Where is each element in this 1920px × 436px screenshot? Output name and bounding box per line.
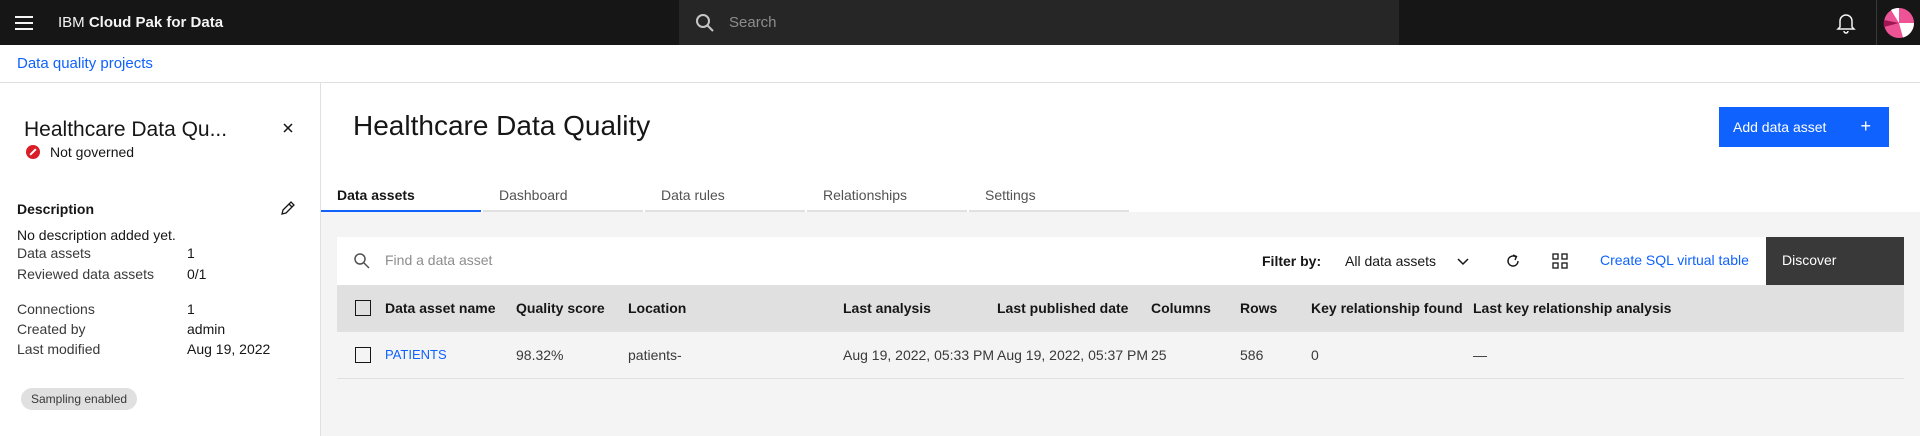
- table-header: Data asset name Quality score Location L…: [337, 285, 1904, 332]
- stat-label: Data assets: [17, 245, 91, 261]
- governance-label: Not governed: [50, 144, 135, 160]
- stat-reviewed-assets: Reviewed data assets 0/1: [17, 266, 307, 282]
- asset-name-link[interactable]: PATIENTS: [385, 347, 447, 362]
- column-header[interactable]: Data asset name: [385, 300, 496, 316]
- filter-label: Filter by:: [1262, 253, 1322, 269]
- page-title: Healthcare Data Quality: [353, 110, 651, 141]
- tab-settings[interactable]: Settings: [969, 179, 1129, 212]
- not-governed-icon: [26, 145, 40, 159]
- stat-label: Reviewed data assets: [17, 266, 154, 282]
- last-analysis: Aug 19, 2022, 05:33 PM: [843, 347, 994, 363]
- plus-icon: +: [1860, 116, 1871, 136]
- stat-value: 1: [187, 301, 195, 317]
- column-header[interactable]: Columns: [1151, 300, 1211, 316]
- sampling-tag: Sampling enabled: [21, 388, 138, 410]
- column-header[interactable]: Quality score: [516, 300, 605, 316]
- global-search[interactable]: Search: [679, 0, 1399, 45]
- stat-connections: Connections 1: [17, 301, 307, 317]
- column-header[interactable]: Key relationship found: [1311, 300, 1463, 316]
- stat-value: 1: [187, 245, 195, 261]
- stat-created-by: Created by admin: [17, 321, 307, 337]
- stat-label: Connections: [17, 301, 95, 317]
- column-header[interactable]: Last published date: [997, 300, 1128, 316]
- search-icon: [696, 13, 714, 32]
- tab-data-assets[interactable]: Data assets: [321, 179, 481, 212]
- last-published-date: Aug 19, 2022, 05:37 PM: [997, 347, 1148, 363]
- project-side-panel: Healthcare Data Qu... Not governed Descr…: [0, 83, 321, 436]
- project-tabs: Data assets Dashboard Data rules Relatio…: [321, 179, 1131, 212]
- stat-label: Created by: [17, 321, 86, 337]
- notification-bell-icon[interactable]: [1834, 10, 1858, 34]
- stat-value: Aug 19, 2022: [187, 341, 271, 357]
- rows-count: 586: [1240, 347, 1264, 363]
- stat-value: 0/1: [187, 266, 207, 282]
- tab-data-rules[interactable]: Data rules: [645, 179, 805, 212]
- data-assets-table: Data asset name Quality score Location L…: [337, 285, 1904, 379]
- table-row[interactable]: PATIENTS 98.32% patients- Aug 19, 2022, …: [337, 332, 1904, 379]
- brand-name: Cloud Pak for Data: [88, 14, 224, 31]
- data-assets-panel: Find a data asset Filter by: All data as…: [321, 212, 1920, 436]
- key-relationship-found: 0: [1311, 347, 1319, 363]
- select-all-checkbox[interactable]: [355, 300, 371, 316]
- brand-prefix: IBM: [58, 14, 89, 31]
- stat-last-modified: Last modified Aug 19, 2022: [17, 341, 307, 357]
- tab-dashboard[interactable]: Dashboard: [483, 179, 643, 212]
- row-checkbox[interactable]: [355, 347, 371, 363]
- columns-count: 25: [1151, 347, 1167, 363]
- governance-status: Not governed: [26, 144, 134, 160]
- column-header[interactable]: Rows: [1240, 300, 1277, 316]
- stat-label: Last modified: [17, 341, 101, 357]
- add-data-asset-button[interactable]: Add data asset +: [1719, 107, 1889, 147]
- stat-data-assets: Data assets 1: [17, 245, 307, 261]
- discover-button[interactable]: Discover: [1766, 237, 1904, 285]
- avatar-icon: [1883, 7, 1914, 38]
- last-key-relationship-analysis: —: [1473, 347, 1487, 363]
- search-icon: [354, 253, 370, 269]
- grid-view-icon[interactable]: [1551, 252, 1569, 270]
- user-avatar[interactable]: [1876, 0, 1920, 45]
- breadcrumb: Data quality projects: [0, 45, 1920, 83]
- close-icon[interactable]: [279, 119, 297, 137]
- description-heading: Description: [17, 201, 95, 217]
- product-name[interactable]: IBM Cloud Pak for Data: [58, 14, 223, 31]
- tab-relationships[interactable]: Relationships: [807, 179, 967, 212]
- menu-icon[interactable]: [0, 0, 48, 45]
- column-header[interactable]: Location: [628, 300, 686, 316]
- quality-score: 98.32%: [516, 347, 564, 363]
- search-input[interactable]: Search: [729, 14, 777, 31]
- description-value: No description added yet.: [17, 227, 176, 243]
- chevron-down-icon[interactable]: [1455, 253, 1471, 269]
- main-content: Healthcare Data Quality Add data asset +…: [321, 83, 1920, 436]
- refresh-icon[interactable]: [1504, 252, 1522, 270]
- table-toolbar: Find a data asset Filter by: All data as…: [337, 237, 1904, 285]
- edit-icon[interactable]: [279, 199, 297, 217]
- column-header[interactable]: Last analysis: [843, 300, 931, 316]
- column-header[interactable]: Last key relationship analysis: [1473, 300, 1671, 316]
- stat-value: admin: [187, 321, 226, 337]
- location: patients-: [628, 347, 682, 363]
- top-header: IBM Cloud Pak for Data Search: [0, 0, 1920, 45]
- create-sql-virtual-table-link[interactable]: Create SQL virtual table: [1600, 252, 1749, 268]
- project-title: Healthcare Data Qu...: [24, 118, 228, 141]
- filter-dropdown[interactable]: All data assets: [1345, 253, 1436, 269]
- add-button-label: Add data asset: [1733, 119, 1827, 135]
- asset-search-input[interactable]: Find a data asset: [385, 252, 492, 268]
- breadcrumb-link-projects[interactable]: Data quality projects: [17, 55, 153, 72]
